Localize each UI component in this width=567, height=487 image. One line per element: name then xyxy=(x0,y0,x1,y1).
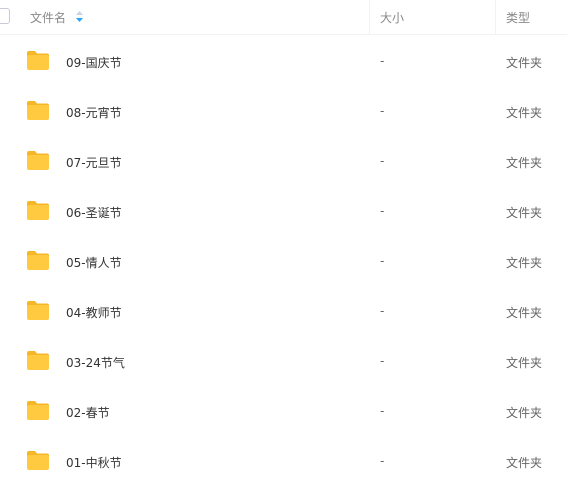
file-size: - xyxy=(380,454,385,468)
file-type: 文件夹 xyxy=(506,256,543,270)
file-type: 文件夹 xyxy=(506,156,543,170)
folder-icon xyxy=(27,401,49,420)
file-type: 文件夹 xyxy=(506,356,543,370)
folder-icon xyxy=(27,151,49,170)
file-name[interactable]: 08-元宵节 xyxy=(66,104,122,121)
file-type: 文件夹 xyxy=(506,56,543,70)
file-type: 文件夹 xyxy=(506,106,543,120)
file-row[interactable]: 09-国庆节 - 文件夹 xyxy=(0,37,567,87)
file-row[interactable]: 01-中秋节 - 文件夹 xyxy=(0,437,567,487)
file-size: - xyxy=(380,54,385,68)
column-header-size[interactable]: 大小 xyxy=(380,9,404,26)
file-name[interactable]: 02-春节 xyxy=(66,404,110,421)
file-name[interactable]: 04-教师节 xyxy=(66,304,122,321)
file-row[interactable]: 06-圣诞节 - 文件夹 xyxy=(0,187,567,237)
file-name[interactable]: 07-元旦节 xyxy=(66,154,122,171)
file-name[interactable]: 01-中秋节 xyxy=(66,454,122,471)
folder-icon xyxy=(27,351,49,370)
file-size: - xyxy=(380,104,385,118)
column-header-name[interactable]: 文件名 xyxy=(30,9,66,26)
column-header-type[interactable]: 类型 xyxy=(506,9,530,26)
file-name[interactable]: 06-圣诞节 xyxy=(66,204,122,221)
folder-icon xyxy=(27,301,49,320)
file-name[interactable]: 03-24节气 xyxy=(66,354,125,371)
column-divider[interactable] xyxy=(369,0,370,35)
select-all-checkbox[interactable] xyxy=(0,8,10,24)
file-row[interactable]: 07-元旦节 - 文件夹 xyxy=(0,137,567,187)
sort-icon[interactable] xyxy=(76,11,83,22)
file-size: - xyxy=(380,254,385,268)
file-type: 文件夹 xyxy=(506,306,543,320)
folder-icon xyxy=(27,101,49,120)
folder-icon xyxy=(27,201,49,220)
file-size: - xyxy=(380,304,385,318)
file-type: 文件夹 xyxy=(506,206,543,220)
file-row[interactable]: 08-元宵节 - 文件夹 xyxy=(0,87,567,137)
file-list-header: 文件名 大小 类型 xyxy=(0,0,567,35)
folder-icon xyxy=(27,251,49,270)
file-row[interactable]: 04-教师节 - 文件夹 xyxy=(0,287,567,337)
file-size: - xyxy=(380,204,385,218)
file-size: - xyxy=(380,354,385,368)
file-size: - xyxy=(380,404,385,418)
file-name[interactable]: 09-国庆节 xyxy=(66,54,122,71)
file-type: 文件夹 xyxy=(506,456,543,470)
folder-icon xyxy=(27,51,49,70)
file-type: 文件夹 xyxy=(506,406,543,420)
file-row[interactable]: 02-春节 - 文件夹 xyxy=(0,387,567,437)
column-divider[interactable] xyxy=(495,0,496,35)
file-size: - xyxy=(380,154,385,168)
folder-icon xyxy=(27,451,49,470)
file-row[interactable]: 05-情人节 - 文件夹 xyxy=(0,237,567,287)
file-name[interactable]: 05-情人节 xyxy=(66,254,122,271)
file-row[interactable]: 03-24节气 - 文件夹 xyxy=(0,337,567,387)
